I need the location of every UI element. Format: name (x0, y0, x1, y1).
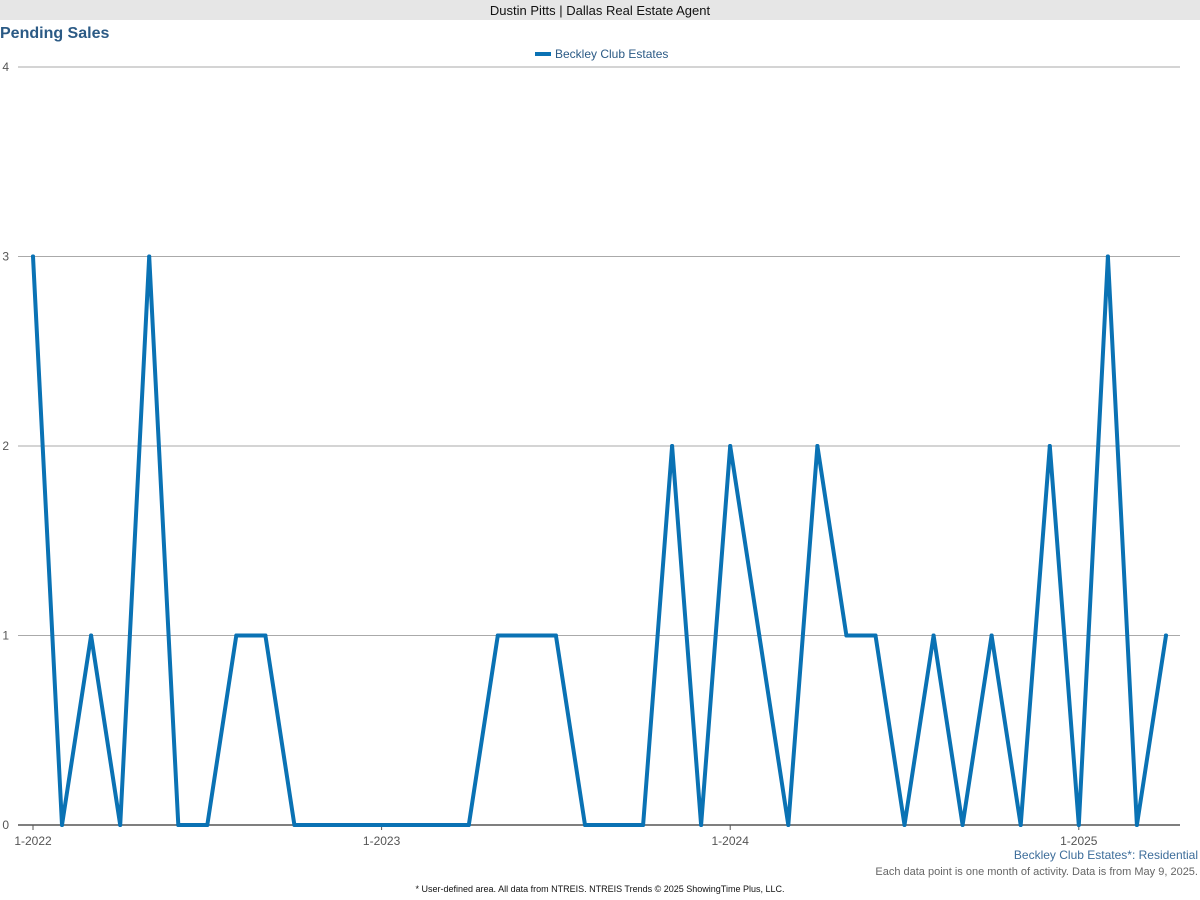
x-tick-label: 1-2022 (14, 834, 52, 848)
y-axis-ticks: 0 1 2 3 4 (2, 60, 9, 832)
data-point (989, 633, 994, 638)
data-point (1018, 823, 1023, 827)
data-point (1134, 823, 1139, 827)
data-point (176, 823, 181, 827)
data-point (524, 633, 529, 638)
grid-lines (18, 66, 1180, 826)
y-tick-label: 3 (2, 250, 9, 264)
pending-sales-chart: 0 1 2 3 4 1-2022 1-2023 1-2024 1-2025 Beckley C… (2, 47, 1180, 848)
data-point (960, 823, 965, 827)
data-point (699, 823, 704, 827)
data-point (60, 823, 65, 827)
data-point (350, 823, 355, 827)
data-point (118, 823, 123, 827)
data-point (815, 444, 820, 448)
data-point (670, 444, 675, 448)
data-point (728, 444, 733, 448)
y-tick-label: 4 (2, 60, 9, 74)
data-point (931, 633, 936, 638)
data-point (31, 254, 35, 259)
data-point (582, 823, 587, 827)
data-point (292, 823, 297, 827)
data-point (553, 633, 558, 638)
data-point (89, 633, 94, 638)
area-label: Beckley Club Estates*: Residential (1013, 848, 1198, 862)
data-point (1076, 823, 1081, 827)
source-note: * User-defined area. All data from NTREI… (415, 884, 785, 894)
data-point (437, 823, 442, 827)
data-point (205, 823, 210, 827)
data-point (234, 633, 239, 638)
y-tick-label: 1 (2, 629, 9, 643)
x-tick-label: 1-2024 (712, 834, 750, 848)
data-point (408, 823, 413, 827)
data-point (495, 633, 500, 638)
data-point (379, 823, 384, 827)
x-axis-ticks: 1-2022 1-2023 1-2024 1-2025 (14, 825, 1098, 848)
x-tick-label: 1-2023 (363, 834, 401, 848)
data-point (641, 823, 646, 827)
data-point (902, 823, 907, 827)
legend-label: Beckley Club Estates (555, 47, 668, 61)
y-tick-label: 2 (2, 439, 9, 453)
legend: Beckley Club Estates (535, 47, 668, 61)
x-tick-label: 1-2025 (1060, 834, 1098, 848)
data-point (147, 254, 152, 259)
data-point (757, 633, 762, 638)
data-point (612, 823, 616, 827)
data-point (466, 823, 471, 827)
data-point (1105, 254, 1110, 259)
series-line (31, 254, 1168, 827)
data-point (1163, 633, 1168, 638)
series-layer (31, 254, 1168, 827)
data-point (1047, 444, 1052, 448)
y-tick-label: 0 (2, 818, 9, 832)
data-point (321, 823, 326, 827)
data-point (263, 633, 268, 638)
data-point (786, 823, 791, 827)
data-point (873, 633, 878, 638)
data-note: Each data point is one month of activity… (875, 866, 1198, 878)
data-point (844, 633, 849, 638)
